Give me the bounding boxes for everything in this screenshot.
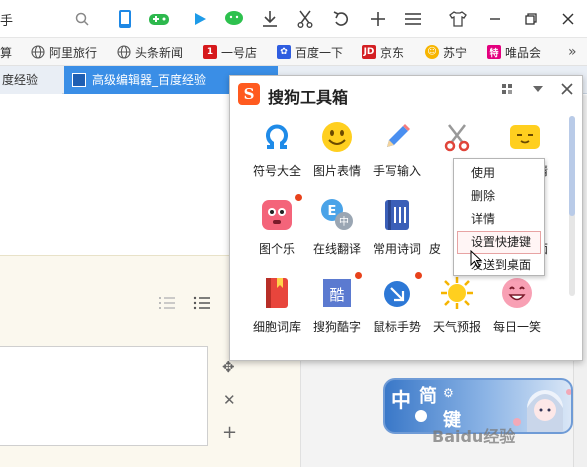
- mobile-icon[interactable]: [113, 7, 137, 31]
- mouse-icon: [378, 274, 416, 312]
- browser-toolbar: 手: [0, 0, 587, 38]
- search-icon[interactable]: [70, 7, 94, 31]
- bookmark-item[interactable]: ✿ 百度一下: [277, 43, 343, 61]
- baidu-watermark: Baidu经验: [432, 427, 516, 446]
- bookmark-item[interactable]: 特 唯品会: [487, 43, 541, 61]
- bookmark-item[interactable]: 1 一号店: [203, 43, 257, 61]
- mode-char-zh[interactable]: 中: [391, 384, 411, 413]
- wechat-icon[interactable]: [222, 7, 246, 31]
- bookmark-item[interactable]: 阿里旅行: [31, 43, 97, 61]
- address-text[interactable]: 手: [0, 10, 13, 29]
- suning-icon: ☺: [425, 45, 439, 59]
- svg-text:中: 中: [339, 215, 349, 228]
- baidu-paw-icon: ✿: [277, 45, 291, 59]
- popup-scrollbar[interactable]: [569, 116, 575, 296]
- scissors-icon[interactable]: [293, 7, 317, 31]
- pencil-icon: [378, 118, 416, 156]
- settings-gear-icon[interactable]: ⚙: [443, 386, 454, 400]
- sun-icon: [438, 274, 476, 312]
- svg-text:酷: 酷: [329, 286, 344, 304]
- menu-item-delete[interactable]: 删除: [457, 185, 541, 208]
- book-icon: [378, 196, 416, 234]
- smiley-icon: [318, 118, 356, 156]
- gamepad-icon[interactable]: [147, 7, 171, 31]
- editor-text-box[interactable]: [0, 346, 208, 446]
- yhd-icon: 1: [203, 45, 217, 59]
- bookmarks-bar: 算 阿里旅行 头条新闻 1 一号店 ✿ 百度一下 JD 京东 ☺ 苏宁 特 唯品…: [0, 38, 587, 66]
- cool-char-icon: 酷: [318, 274, 356, 312]
- minimize-icon[interactable]: [483, 7, 507, 31]
- plus-icon[interactable]: [366, 7, 390, 31]
- mouse-cursor-icon: [470, 250, 483, 268]
- translate-icon: E中: [318, 196, 356, 234]
- popup-title: 搜狗工具箱: [268, 88, 349, 107]
- more-bookmarks-icon[interactable]: »: [568, 43, 577, 61]
- ordered-list-icon[interactable]: [158, 296, 176, 310]
- grid-view-icon[interactable]: [501, 83, 513, 99]
- vip-icon: 特: [487, 45, 501, 59]
- tab-baidu-jingyan[interactable]: 度经验: [0, 66, 62, 94]
- video-play-icon[interactable]: [188, 7, 212, 31]
- skin-shirt-icon[interactable]: [446, 7, 470, 31]
- tool-context-menu: 使用 删除 详情 设置快捷键 发送到桌面: [453, 158, 545, 276]
- bookmark-item[interactable]: JD 京东: [362, 43, 404, 61]
- laugh-icon: [498, 274, 536, 312]
- unordered-list-icon[interactable]: [193, 296, 211, 310]
- bookmark-item[interactable]: 算: [0, 43, 12, 61]
- menu-icon[interactable]: [401, 7, 425, 31]
- emoticon-box-icon: [506, 118, 544, 156]
- globe-icon: [117, 45, 131, 59]
- menu-item-details[interactable]: 详情: [457, 208, 541, 231]
- jd-icon: JD: [362, 45, 376, 59]
- dropdown-arrow-icon[interactable]: [533, 83, 543, 99]
- restore-icon[interactable]: [519, 7, 543, 31]
- sogou-logo-icon: S: [238, 83, 260, 105]
- bookmark-item[interactable]: 头条新闻: [117, 43, 183, 61]
- scrollbar-thumb[interactable]: [569, 116, 575, 216]
- bookmark-item[interactable]: ☺ 苏宁: [425, 43, 467, 61]
- punctuation-icon[interactable]: [415, 410, 427, 422]
- undo-icon[interactable]: [329, 7, 353, 31]
- omega-icon: [258, 118, 296, 156]
- globe-icon: [31, 45, 45, 59]
- add-icon[interactable]: +: [222, 422, 237, 443]
- menu-item-use[interactable]: 使用: [457, 162, 541, 185]
- red-book-icon: [258, 274, 296, 312]
- remove-icon[interactable]: ✕: [223, 391, 236, 409]
- svg-text:E: E: [328, 204, 337, 219]
- page-favicon-icon: [72, 73, 86, 87]
- tool-daily-joke[interactable]: 每日一笑: [480, 272, 554, 348]
- pink-face-icon: [258, 196, 296, 234]
- close-icon[interactable]: [556, 7, 580, 31]
- popup-close-icon[interactable]: [561, 83, 573, 99]
- scissors-icon: [438, 118, 476, 156]
- mode-char-simplified[interactable]: 简: [419, 382, 437, 408]
- download-icon[interactable]: [258, 7, 282, 31]
